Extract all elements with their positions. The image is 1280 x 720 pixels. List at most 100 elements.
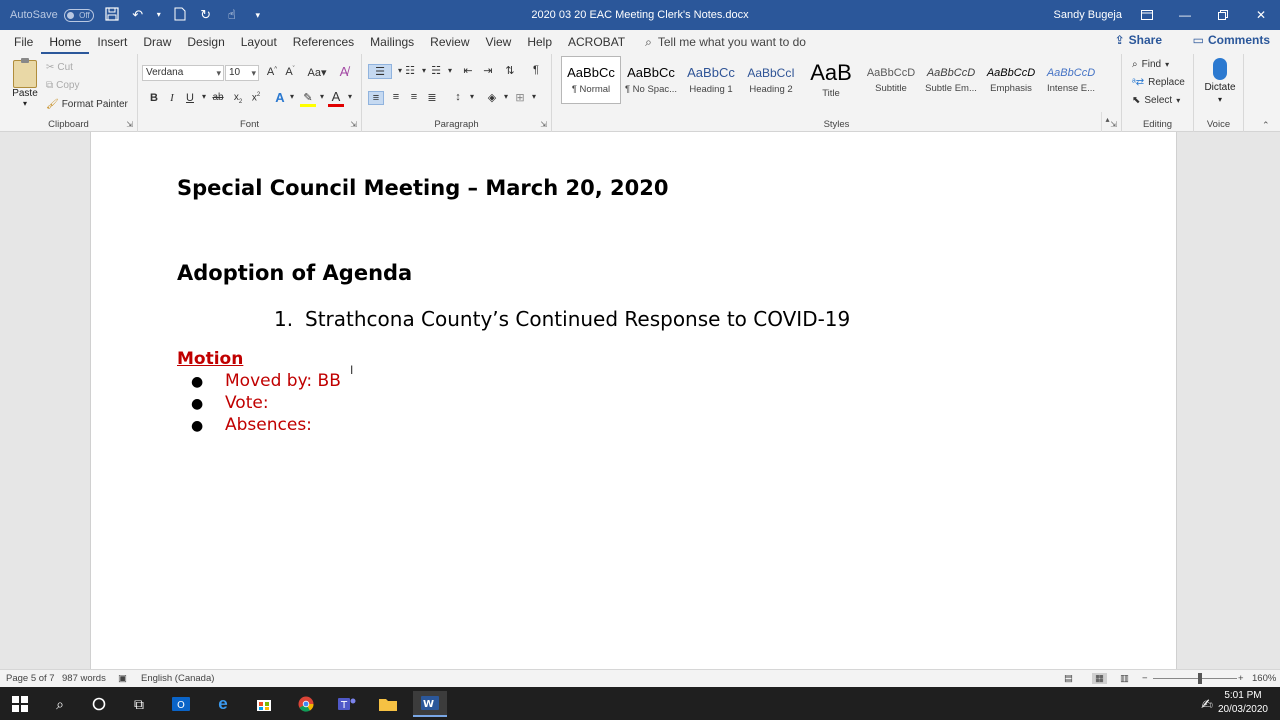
share-button[interactable]: ⇪ Share — [1115, 33, 1162, 47]
font-name-combo[interactable]: Verdana — [142, 65, 224, 81]
style-no-spacing[interactable]: AaBbCc ¶ No Spac... — [621, 56, 681, 104]
language[interactable]: English (Canada) — [141, 673, 214, 684]
zoom-in-icon[interactable]: + — [1238, 673, 1244, 684]
list-item[interactable]: ● Moved by: BB — [191, 371, 341, 391]
tab-file[interactable]: File — [6, 30, 41, 54]
justify-icon[interactable]: ≣ — [424, 91, 440, 104]
copy-button[interactable]: ⧉ Copy — [46, 80, 80, 91]
paragraph-launcher-icon[interactable]: ⇲ — [540, 120, 547, 129]
change-case-icon[interactable]: Aa▾ — [306, 66, 328, 79]
tab-help[interactable]: Help — [519, 30, 560, 54]
ribbon-display-icon[interactable] — [1128, 0, 1166, 30]
teams-icon[interactable]: T — [330, 691, 364, 717]
task-view-icon[interactable]: ⧉ — [122, 691, 156, 717]
strikethrough-icon[interactable]: ab — [210, 92, 226, 103]
cut-button[interactable]: ✂ Cut — [46, 62, 73, 73]
style-heading-2[interactable]: AaBbCcI Heading 2 — [741, 56, 801, 104]
text-effects-dropdown-icon[interactable]: ▾ — [284, 92, 300, 101]
bullets-icon[interactable]: ☰ — [368, 64, 392, 79]
print-layout-icon[interactable]: ▦ — [1092, 673, 1107, 684]
agenda-item[interactable]: 1. Strathcona County’s Continued Response… — [274, 307, 850, 331]
chevron-up-icon[interactable]: ▴ — [1105, 115, 1109, 124]
outlook-icon[interactable]: O — [164, 691, 198, 717]
tab-insert[interactable]: Insert — [89, 30, 135, 54]
grow-font-icon[interactable]: A^ — [264, 66, 280, 78]
style-heading-1[interactable]: AaBbCc Heading 1 — [681, 56, 741, 104]
search-icon[interactable]: ⌕ — [43, 691, 77, 717]
word-count[interactable]: 987 words — [62, 673, 106, 684]
subscript-icon[interactable]: x2 — [230, 92, 246, 105]
web-layout-icon[interactable]: ▥ — [1120, 673, 1129, 684]
undo-icon[interactable]: ↶ — [130, 7, 146, 23]
show-paragraph-marks-icon[interactable]: ¶ — [528, 64, 544, 76]
clipboard-launcher-icon[interactable]: ⇲ — [126, 120, 133, 129]
edge-icon[interactable]: e — [206, 691, 240, 717]
restore-icon[interactable] — [1204, 0, 1242, 30]
tab-layout[interactable]: Layout — [233, 30, 285, 54]
style-intense-emphasis[interactable]: AaBbCcD Intense E... — [1041, 56, 1101, 104]
list-item[interactable]: ● Absences: — [191, 415, 312, 435]
sort-icon[interactable]: ⇅ — [502, 64, 518, 77]
zoom-out-icon[interactable]: − — [1142, 673, 1148, 684]
cortana-icon[interactable] — [82, 691, 116, 717]
decrease-indent-icon[interactable]: ⇤ — [460, 64, 476, 77]
tab-draw[interactable]: Draw — [135, 30, 179, 54]
customize-qat-icon[interactable]: ▾ — [250, 7, 266, 23]
system-clock[interactable]: 5:01 PM 20/03/2020 — [1218, 689, 1268, 717]
redo-icon[interactable]: ↻ — [198, 7, 214, 23]
increase-indent-icon[interactable]: ⇥ — [480, 64, 496, 77]
touch-mode-icon[interactable]: ☝ — [224, 7, 240, 23]
list-item[interactable]: ● Vote: — [191, 393, 269, 413]
format-painter-button[interactable]: 🖌 Format Painter — [46, 99, 128, 110]
replace-button[interactable]: ᵃ⇄ Replace — [1132, 77, 1185, 88]
autosave-switch[interactable]: Off — [63, 8, 94, 22]
tab-mailings[interactable]: Mailings — [362, 30, 422, 54]
style-title[interactable]: AaB Title — [801, 56, 861, 104]
minimize-icon[interactable]: — — [1166, 0, 1204, 30]
page-icon[interactable] — [172, 7, 188, 23]
borders-dropdown-icon[interactable]: ▾ — [526, 92, 542, 101]
page-count[interactable]: Page 5 of 7 — [6, 673, 55, 684]
motion-heading[interactable]: Motion — [177, 349, 243, 369]
save-icon[interactable] — [104, 7, 120, 23]
chrome-icon[interactable] — [289, 691, 323, 717]
agenda-heading[interactable]: Adoption of Agenda — [177, 261, 412, 285]
windows-start-icon[interactable] — [3, 691, 37, 717]
store-icon[interactable] — [247, 691, 281, 717]
read-mode-icon[interactable]: ▤ — [1064, 673, 1073, 684]
align-right-icon[interactable]: ≡ — [406, 91, 422, 103]
dictate-button[interactable]: Dictate ▾ — [1200, 58, 1240, 104]
tab-view[interactable]: View — [478, 30, 520, 54]
tab-design[interactable]: Design — [179, 30, 232, 54]
clear-formatting-icon[interactable]: A̸ — [336, 64, 352, 79]
shrink-font-icon[interactable]: Aˇ — [282, 66, 298, 78]
proofing-icon[interactable]: ▣ — [118, 673, 127, 684]
vertical-scrollbar[interactable] — [1266, 132, 1280, 669]
word-icon[interactable]: W — [413, 691, 447, 717]
align-left-icon[interactable]: ≡ — [368, 91, 384, 105]
dropdown-arrow-icon[interactable]: ▾ — [156, 7, 162, 23]
document-page[interactable]: Special Council Meeting – March 20, 2020… — [90, 132, 1177, 669]
style-emphasis[interactable]: AaBbCcD Emphasis — [981, 56, 1041, 104]
line-spacing-dropdown-icon[interactable]: ▾ — [464, 92, 480, 101]
superscript-icon[interactable]: x2 — [248, 92, 264, 103]
zoom-slider-track[interactable] — [1153, 678, 1237, 679]
tab-references[interactable]: References — [285, 30, 362, 54]
style-subtitle[interactable]: AaBbCcD Subtitle — [861, 56, 921, 104]
font-size-combo[interactable]: 10 — [225, 65, 259, 81]
select-button[interactable]: ⬉ Select ▾ — [1132, 95, 1180, 106]
tab-review[interactable]: Review — [422, 30, 477, 54]
tell-me-search[interactable]: ⌕ Tell me what you want to do — [645, 35, 806, 50]
italic-icon[interactable]: I — [164, 92, 180, 104]
align-center-icon[interactable]: ≡ — [388, 91, 404, 103]
font-launcher-icon[interactable]: ⇲ — [350, 120, 357, 129]
comments-button[interactable]: ▭ Comments — [1193, 33, 1270, 47]
file-explorer-icon[interactable] — [371, 691, 405, 717]
bold-icon[interactable]: B — [146, 92, 162, 104]
collapse-ribbon-icon[interactable]: ⌃ — [1262, 120, 1270, 131]
style-subtle-emphasis[interactable]: AaBbCcD Subtle Em... — [921, 56, 981, 104]
zoom-level[interactable]: 160% — [1252, 673, 1276, 684]
tab-home[interactable]: Home — [41, 30, 90, 54]
close-icon[interactable]: ✕ — [1242, 0, 1280, 30]
tab-acrobat[interactable]: ACROBAT — [560, 30, 633, 54]
